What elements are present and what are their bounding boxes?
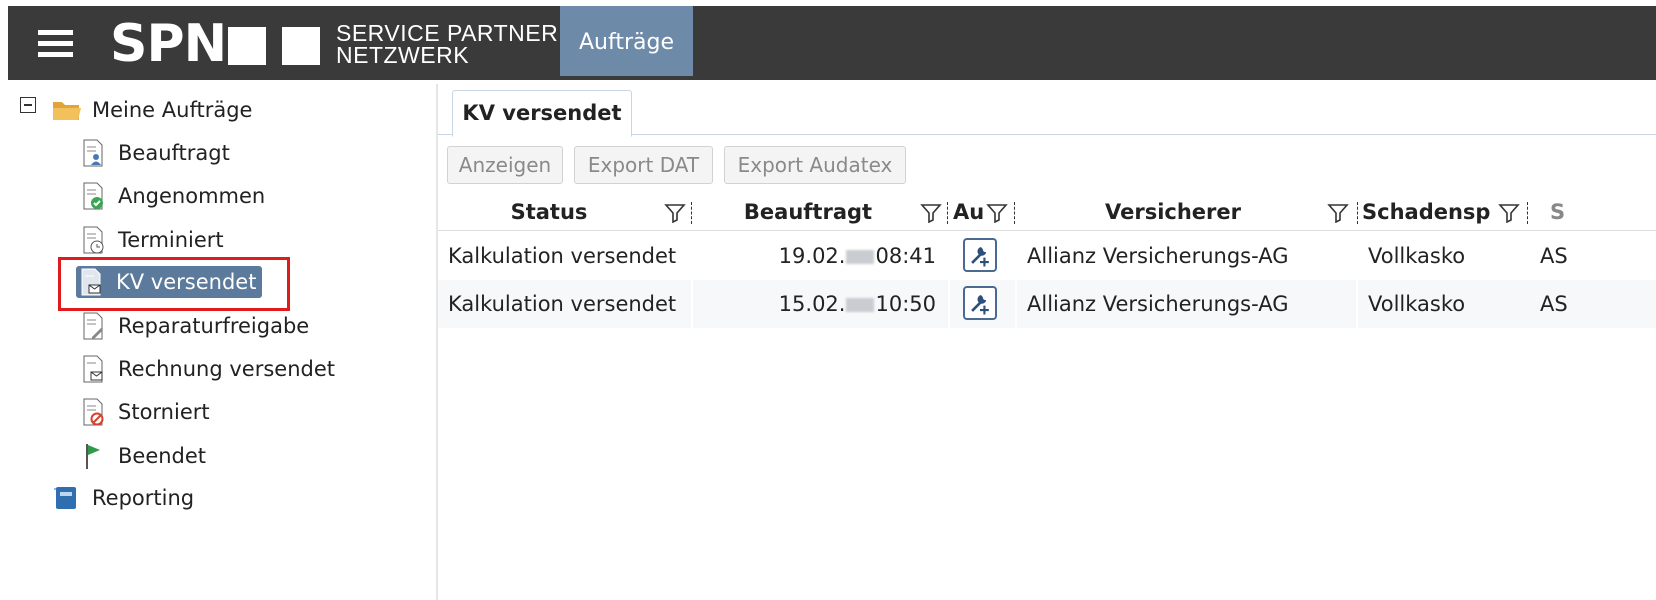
doc-cancel-icon xyxy=(83,398,104,426)
redacted-year xyxy=(846,250,875,264)
cell-versicherer: Allianz Versicherungs-AG xyxy=(1027,244,1289,268)
tree-item-label: Angenommen xyxy=(118,184,266,208)
redacted-year xyxy=(846,298,875,312)
tree-item-reporting[interactable]: Reporting xyxy=(54,478,194,518)
column-separator[interactable] xyxy=(947,202,948,224)
highlight-annotation-box xyxy=(58,257,290,311)
tree-item-beendet[interactable]: Beendet xyxy=(82,436,206,476)
filter-icon[interactable] xyxy=(986,203,1008,223)
cell-time: 10:50 xyxy=(875,292,936,316)
anzeigen-button[interactable]: Anzeigen xyxy=(447,146,563,184)
tree-item-terminiert[interactable]: Terminiert xyxy=(82,220,224,260)
logo-subtitle: SERVICE PARTNER NETZWERK xyxy=(336,20,559,68)
column-separator[interactable] xyxy=(1357,202,1358,224)
cell-versicherer: Allianz Versicherungs-AG xyxy=(1027,292,1289,316)
cell-next: AS xyxy=(1540,292,1568,316)
cell-status: Kalkulation versendet xyxy=(448,292,677,316)
tree-item-label: Beauftragt xyxy=(118,141,230,165)
column-header-next[interactable]: S xyxy=(1550,196,1570,228)
column-separator[interactable] xyxy=(1014,202,1015,224)
tree-item-label: Reparaturfreigabe xyxy=(118,314,310,338)
app-header: SPN SERVICE PARTNER NETZWERK Aufträge xyxy=(8,6,1656,80)
cell-beauftragt: 15.02. 10:50 xyxy=(698,280,936,328)
cell-date: 19.02. xyxy=(778,244,846,268)
filter-icon[interactable] xyxy=(1498,203,1520,223)
tree-root-label: Meine Aufträge xyxy=(92,98,253,122)
doc-check-icon xyxy=(83,182,103,210)
tree-item-reparaturfreigabe[interactable]: Reparaturfreigabe xyxy=(82,306,309,346)
logo-square xyxy=(228,27,266,65)
logo-subtitle-line1: SERVICE PARTNER xyxy=(336,20,559,46)
column-separator[interactable] xyxy=(691,202,692,224)
cell-schadensparte: Vollkasko xyxy=(1368,244,1466,268)
filter-icon[interactable] xyxy=(920,203,942,223)
doc-clock-icon xyxy=(83,226,104,254)
tab-kv-versendet[interactable]: KV versendet xyxy=(452,90,632,137)
export-audatex-button[interactable]: Export Audatex xyxy=(724,146,906,184)
collapse-toggle-icon[interactable] xyxy=(20,97,36,113)
table-row[interactable]: Kalkulation versendet 15.02. 10:50 Allian… xyxy=(438,280,1656,328)
logo-square xyxy=(282,27,320,65)
tree-item-beauftragt[interactable]: Beauftragt xyxy=(82,133,230,173)
tree-item-label: Storniert xyxy=(118,400,210,424)
column-header-schadensparte[interactable]: Schadensp xyxy=(1362,196,1496,228)
logo-subtitle-line2: NETZWERK xyxy=(336,42,470,68)
tree-item-storniert[interactable]: Storniert xyxy=(82,392,210,432)
column-header-beauftragt[interactable]: Beauftragt xyxy=(694,196,922,228)
logo: SPN xyxy=(110,14,227,74)
panel-divider[interactable] xyxy=(436,84,438,600)
column-header-versicherer[interactable]: Versicherer xyxy=(1018,196,1328,228)
doc-person-icon xyxy=(83,139,103,167)
hamburger-menu-icon[interactable] xyxy=(38,30,73,58)
folder-open-icon xyxy=(53,102,81,120)
cell-status: Kalkulation versendet xyxy=(448,244,677,268)
column-header-status[interactable]: Status xyxy=(438,196,660,228)
reporting-book-icon xyxy=(54,487,76,509)
filter-icon[interactable] xyxy=(1327,203,1349,223)
tree-item-label: Rechnung versendet xyxy=(118,357,335,381)
tree-item-angenommen[interactable]: Angenommen xyxy=(82,176,265,216)
green-flag-icon xyxy=(86,444,100,469)
cell-time: 08:41 xyxy=(875,244,936,268)
wrench-plus-icon[interactable] xyxy=(963,286,997,320)
tree-item-label: Reporting xyxy=(92,486,195,510)
cell-next: AS xyxy=(1540,244,1568,268)
cell-schadensparte: Vollkasko xyxy=(1368,292,1466,316)
tree-root-meine-auftraege[interactable]: Meine Aufträge xyxy=(52,90,252,130)
tree-item-label: Terminiert xyxy=(118,228,224,252)
column-header-au[interactable]: Au xyxy=(953,196,987,228)
export-dat-button[interactable]: Export DAT xyxy=(574,146,713,184)
doc-pen-icon xyxy=(83,312,103,340)
nav-tab-auftraege[interactable]: Aufträge xyxy=(560,6,693,76)
filter-icon[interactable] xyxy=(664,203,686,223)
cell-beauftragt: 19.02. 08:41 xyxy=(698,232,936,280)
doc-mail-icon xyxy=(83,355,103,383)
cell-date: 15.02. xyxy=(778,292,846,316)
tree-item-label: Beendet xyxy=(118,444,207,468)
column-separator[interactable] xyxy=(1527,202,1528,224)
wrench-plus-icon[interactable] xyxy=(963,238,997,272)
table-row[interactable]: Kalkulation versendet 19.02. 08:41 Allian… xyxy=(438,232,1656,280)
header-divider xyxy=(438,230,1656,231)
tree-item-rechnung-versendet[interactable]: Rechnung versendet xyxy=(82,349,335,389)
